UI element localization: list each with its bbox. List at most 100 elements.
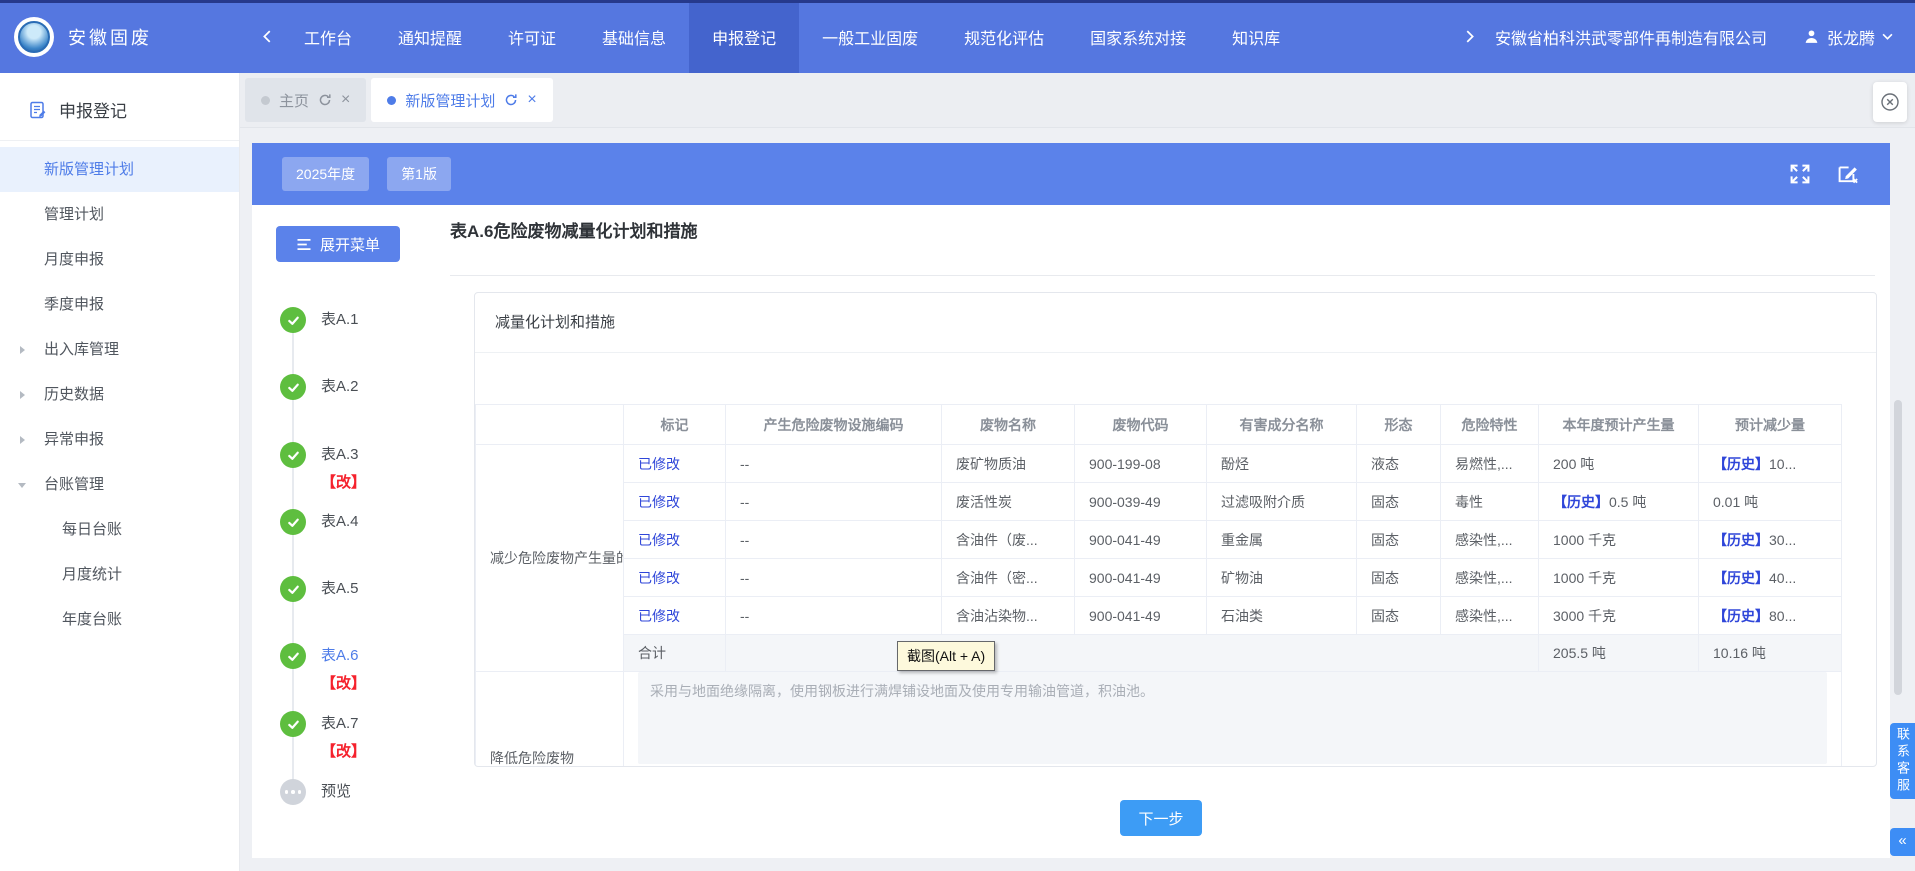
user-menu[interactable]: 张龙腾	[1803, 25, 1893, 49]
modified-link[interactable]: 已修改	[638, 456, 680, 472]
step-table-a5[interactable]: 表A.5	[280, 576, 359, 602]
version-chip[interactable]: 第1版	[387, 157, 451, 191]
history-link[interactable]: 【历史】	[1713, 570, 1769, 586]
history-link[interactable]: 【历史】	[1713, 456, 1769, 472]
cell-component: 重金属	[1207, 521, 1357, 559]
step-table-a1[interactable]: 表A.1	[280, 307, 359, 333]
sidebar: 申报登记 新版管理计划 管理计划 月度申报 季度申报 出入库管理 历史数据 异常…	[0, 73, 240, 871]
check-circle-icon	[280, 442, 306, 468]
history-link[interactable]: 【历史】	[1713, 608, 1769, 624]
step-label: 表A.1	[321, 307, 359, 333]
sidebar-item-ledger-management[interactable]: 台账管理	[0, 462, 239, 507]
nav-item-notifications[interactable]: 通知提醒	[375, 0, 485, 73]
sidebar-item-inout-warehouse[interactable]: 出入库管理	[0, 327, 239, 372]
cell-facility: --	[726, 521, 942, 559]
contact-service-button[interactable]: 联系客服	[1890, 723, 1915, 799]
close-all-tabs-button[interactable]	[1873, 82, 1907, 122]
tab-new-management-plan[interactable]: 新版管理计划 ×	[371, 78, 552, 122]
cell-component: 石油类	[1207, 597, 1357, 635]
nav-expand-right-icon[interactable]	[1456, 30, 1485, 43]
check-circle-icon	[280, 576, 306, 602]
close-icon[interactable]: ×	[527, 92, 536, 108]
nav-item-workbench[interactable]: 工作台	[281, 0, 375, 73]
brand-zone: 安徽固废	[0, 17, 252, 57]
next-step-button[interactable]: 下一步	[1120, 800, 1202, 836]
nav-item-license[interactable]: 许可证	[485, 0, 579, 73]
toolbar-icons	[1788, 162, 1860, 186]
nav-item-knowledge-base[interactable]: 知识库	[1209, 0, 1303, 73]
circle-close-icon	[1880, 92, 1900, 112]
sidebar-item-daily-ledger[interactable]: 每日台账	[0, 507, 239, 552]
tab-home-label: 主页	[279, 90, 309, 111]
refresh-icon[interactable]	[504, 93, 518, 107]
cell-hazard: 易燃性,...	[1441, 445, 1539, 483]
cell-waste-name: 含油件（废...	[942, 521, 1075, 559]
navbar-top-edge	[0, 0, 1915, 3]
step-table-a7[interactable]: 表A.7【改】	[280, 711, 366, 761]
modified-link[interactable]: 已修改	[638, 570, 680, 586]
cell-facility: --	[726, 597, 942, 635]
chevron-down-icon	[18, 483, 26, 488]
measures-textarea[interactable]: 采用与地面绝缘隔离，使用钢板进行满焊铺设地面及使用专用输油管道，积油池。	[638, 672, 1827, 764]
nav-item-national-system[interactable]: 国家系统对接	[1067, 0, 1209, 73]
modified-link[interactable]: 已修改	[638, 608, 680, 624]
year-chip[interactable]: 2025年度	[282, 157, 369, 191]
cell-hazard: 感染性,...	[1441, 597, 1539, 635]
nav-item-industrial-waste[interactable]: 一般工业固废	[799, 0, 941, 73]
modified-badge: 【改】	[321, 672, 366, 693]
step-table-a4[interactable]: 表A.4	[280, 509, 359, 535]
cell-waste-code: 900-039-49	[1075, 483, 1207, 521]
nav-collapse-left-icon[interactable]	[252, 0, 281, 73]
form-title-divider	[450, 275, 1875, 276]
vertical-scrollbar[interactable]	[1894, 400, 1902, 695]
refresh-icon[interactable]	[318, 93, 332, 107]
sidebar-item-monthly-statistics[interactable]: 月度统计	[0, 552, 239, 597]
cell-facility: --	[726, 445, 942, 483]
sidebar-item-monthly-declaration[interactable]: 月度申报	[0, 237, 239, 282]
history-link[interactable]: 【历史】	[1713, 532, 1769, 548]
header-group	[476, 405, 624, 445]
nav-item-standard-assessment[interactable]: 规范化评估	[941, 0, 1067, 73]
cell-waste-code: 900-041-49	[1075, 597, 1207, 635]
table-row: 已修改 -- 废活性炭 900-039-49 过滤吸附介质 固态 毒性 【历史】…	[476, 483, 1842, 521]
fullscreen-icon[interactable]	[1788, 162, 1812, 186]
nav-item-declaration[interactable]: 申报登记	[689, 0, 799, 73]
step-preview[interactable]: 预览	[280, 779, 351, 805]
cell-waste-code: 900-199-08	[1075, 445, 1207, 483]
app-logo[interactable]	[14, 17, 54, 57]
step-table-a6[interactable]: 表A.6【改】	[280, 643, 366, 693]
step-table-a2[interactable]: 表A.2	[280, 374, 359, 400]
cell-form: 固态	[1357, 559, 1441, 597]
cell-reduction: 0.01 吨	[1713, 494, 1758, 510]
history-link[interactable]: 【历史】	[1553, 494, 1609, 510]
header-waste-code: 废物代码	[1075, 405, 1207, 445]
screenshot-tooltip: 截图(Alt + A)	[897, 641, 995, 671]
collapse-sidebar-button[interactable]: «	[1890, 828, 1915, 856]
nav-item-basic-info[interactable]: 基础信息	[579, 0, 689, 73]
sidebar-item-new-management-plan[interactable]: 新版管理计划	[0, 147, 239, 192]
modified-link[interactable]: 已修改	[638, 494, 680, 510]
check-circle-icon	[280, 374, 306, 400]
app-logo-emblem	[18, 21, 50, 53]
step-table-a3[interactable]: 表A.3【改】	[280, 442, 366, 492]
close-icon[interactable]: ×	[341, 92, 350, 108]
table-row-group2: 降低危险废物 采用与地面绝缘隔离，使用钢板进行满焊铺设地面及使用专用输油管道，积…	[476, 672, 1842, 768]
top-navbar: 安徽固废 工作台 通知提醒 许可证 基础信息 申报登记 一般工业固废 规范化评估…	[0, 0, 1915, 73]
header-expected-reduction: 预计减少量	[1699, 405, 1842, 445]
expand-menu-button[interactable]: 展开菜单	[276, 226, 400, 262]
tab-home[interactable]: 主页 ×	[245, 78, 366, 122]
sidebar-item-history-data[interactable]: 历史数据	[0, 372, 239, 417]
sidebar-item-yearly-ledger[interactable]: 年度台账	[0, 597, 239, 642]
sidebar-title-label: 申报登记	[59, 97, 127, 122]
sidebar-item-label: 台账管理	[44, 476, 104, 493]
sidebar-item-management-plan[interactable]: 管理计划	[0, 192, 239, 237]
cell-form: 固态	[1357, 597, 1441, 635]
edit-cancel-icon[interactable]	[1836, 162, 1860, 186]
sidebar-item-quarterly-declaration[interactable]: 季度申报	[0, 282, 239, 327]
sidebar-item-abnormal-declaration[interactable]: 异常申报	[0, 417, 239, 462]
header-harmful-component: 有害成分名称	[1207, 405, 1357, 445]
table-row: 已修改 -- 含油件（废... 900-041-49 重金属 固态 感染性,..…	[476, 521, 1842, 559]
measures-cell: 采用与地面绝缘隔离，使用钢板进行满焊铺设地面及使用专用输油管道，积油池。	[624, 672, 1842, 768]
modified-link[interactable]: 已修改	[638, 532, 680, 548]
header-form: 形态	[1357, 405, 1441, 445]
